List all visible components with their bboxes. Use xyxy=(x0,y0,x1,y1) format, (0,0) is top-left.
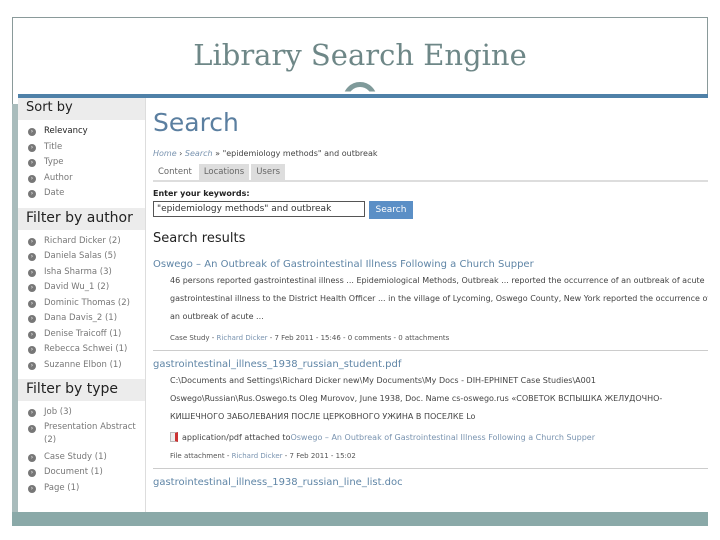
header-divider xyxy=(18,94,708,98)
author-link[interactable]: Richard Dicker xyxy=(232,452,283,460)
tab-content[interactable]: Content xyxy=(153,164,197,180)
result-meta: Case Study - Richard Dicker - 7 Feb 2011… xyxy=(170,334,450,342)
slide-title: Library Search Engine xyxy=(193,38,527,72)
author-filter-item[interactable]: › Suzanne Elbon (1) xyxy=(28,358,145,374)
search-result: Oswego – An Outbreak of Gastrointestinal… xyxy=(153,259,708,351)
sort-title[interactable]: › Title xyxy=(28,140,145,156)
result-title-link[interactable]: gastrointestinal_illness_1938_russian_st… xyxy=(153,359,708,370)
bullet-arrow-icon: › xyxy=(28,409,36,417)
result-snippet: C:\Documents and Settings\Richard Dicker… xyxy=(170,376,596,385)
breadcrumb-query: » "epidemiology methods" and outbreak xyxy=(212,149,378,158)
author-filter-heading: Filter by author xyxy=(18,207,145,230)
bullet-arrow-icon: › xyxy=(28,346,36,354)
bullet-arrow-icon: › xyxy=(28,174,36,183)
search-result: gastrointestinal_illness_1938_russian_st… xyxy=(153,359,708,469)
breadcrumb: Home › Search » "epidemiology methods" a… xyxy=(153,149,378,158)
result-snippet: Oswego\Russian\Rus.Oswego.ts Oleg Murovo… xyxy=(170,394,663,403)
result-title-link[interactable]: Oswego – An Outbreak of Gastrointestinal… xyxy=(153,259,708,270)
tab-locations[interactable]: Locations xyxy=(198,164,250,180)
bullet-arrow-icon: › xyxy=(28,268,36,277)
bullet-arrow-icon: › xyxy=(28,330,36,339)
result-snippet: gastrointestinal illness to the District… xyxy=(170,294,708,303)
bullet-arrow-icon: › xyxy=(28,190,36,198)
type-filter-heading: Filter by type xyxy=(18,379,145,401)
bullet-arrow-icon: › xyxy=(28,469,36,477)
sort-date[interactable]: › Date xyxy=(28,186,145,202)
author-filter-item[interactable]: › Richard Dicker (2) xyxy=(28,234,145,250)
sidebar: Sort by › Relevancy › Title › Type › Author … xyxy=(18,98,146,512)
author-filter-item[interactable]: › Denise Traicoff (1) xyxy=(28,327,145,343)
type-filter-item[interactable]: › Job (3) xyxy=(28,405,145,421)
sort-type[interactable]: › Type xyxy=(28,155,145,171)
sort-list: › Relevancy › Title › Type › Author › Date xyxy=(18,120,145,208)
author-filter-item[interactable]: › Daniela Salas (5) xyxy=(28,249,145,265)
bullet-arrow-icon: › xyxy=(28,159,36,167)
result-meta: File attachment - Richard Dicker - 7 Feb… xyxy=(170,452,356,460)
search-row: Search xyxy=(153,201,708,219)
attachment-parent-link[interactable]: Oswego – An Outbreak of Gastrointestinal… xyxy=(290,433,595,442)
bullet-arrow-icon: › xyxy=(28,128,36,136)
author-filter-list: › Richard Dicker (2) › Daniela Salas (5) ›… xyxy=(18,230,145,380)
bullet-arrow-icon: › xyxy=(28,299,36,308)
bullet-arrow-icon: › xyxy=(28,237,36,246)
keywords-label: Enter your keywords: xyxy=(153,189,250,198)
keywords-input[interactable] xyxy=(153,201,365,217)
main-content: Search Home › Search » "epidemiology met… xyxy=(153,98,708,488)
page-title: Search xyxy=(153,108,239,137)
bullet-arrow-icon: › xyxy=(28,315,36,323)
screenshot: Sort by › Relevancy › Title › Type › Author … xyxy=(18,98,708,512)
result-title-link[interactable]: gastrointestinal_illness_1938_russian_li… xyxy=(153,477,708,488)
breadcrumb-home[interactable]: Home xyxy=(153,149,177,158)
author-filter-item[interactable]: › Dana Davis_2 (1) xyxy=(28,311,145,327)
bullet-arrow-icon: › xyxy=(28,361,36,370)
author-link[interactable]: Richard Dicker xyxy=(217,334,268,342)
bullet-arrow-icon: › xyxy=(28,453,36,462)
type-filter-item[interactable]: › Case Study (1) xyxy=(28,450,145,466)
attachment-row: application/pdf attached to Oswego – An … xyxy=(170,432,708,442)
results-heading: Search results xyxy=(153,231,246,246)
bullet-arrow-icon: › xyxy=(28,143,36,152)
author-filter-item[interactable]: › Dominic Thomas (2) xyxy=(28,296,145,312)
result-snippet: КИШЕЧНОГО ЗАБОЛЕВАНИЯ ПОСЛЕ ЦЕРКОВНОГО У… xyxy=(170,412,476,421)
type-filter-list: › Job (3) › Presentation Abstract (2) › Cas… xyxy=(18,401,145,502)
bullet-arrow-icon: › xyxy=(28,424,36,433)
type-filter-item[interactable]: › Presentation Abstract (2) xyxy=(28,421,145,447)
pdf-file-icon xyxy=(170,432,178,442)
type-filter-item[interactable]: › Document (1) xyxy=(28,465,145,481)
bullet-arrow-icon: › xyxy=(28,484,36,493)
bullet-arrow-icon: › xyxy=(28,284,36,292)
search-button[interactable]: Search xyxy=(369,201,413,219)
bullet-arrow-icon: › xyxy=(28,253,36,261)
tab-bar: Content Locations Users xyxy=(153,164,708,182)
result-snippet: 46 persons reported gastrointestinal ill… xyxy=(170,276,705,285)
type-filter-item[interactable]: › Page (1) xyxy=(28,481,145,497)
breadcrumb-search[interactable]: Search xyxy=(185,149,213,158)
sort-heading: Sort by xyxy=(18,98,145,120)
author-filter-item[interactable]: › Isha Sharma (3) xyxy=(28,265,145,281)
author-filter-item[interactable]: › Rebecca Schwei (1) xyxy=(28,342,145,358)
sort-author[interactable]: › Author xyxy=(28,171,145,187)
tab-users[interactable]: Users xyxy=(251,164,286,180)
sort-relevancy[interactable]: › Relevancy xyxy=(28,124,145,140)
bottom-band xyxy=(12,512,708,526)
author-filter-item[interactable]: › David Wu_1 (2) xyxy=(28,280,145,296)
result-snippet: an outbreak of acute ... xyxy=(170,312,264,321)
